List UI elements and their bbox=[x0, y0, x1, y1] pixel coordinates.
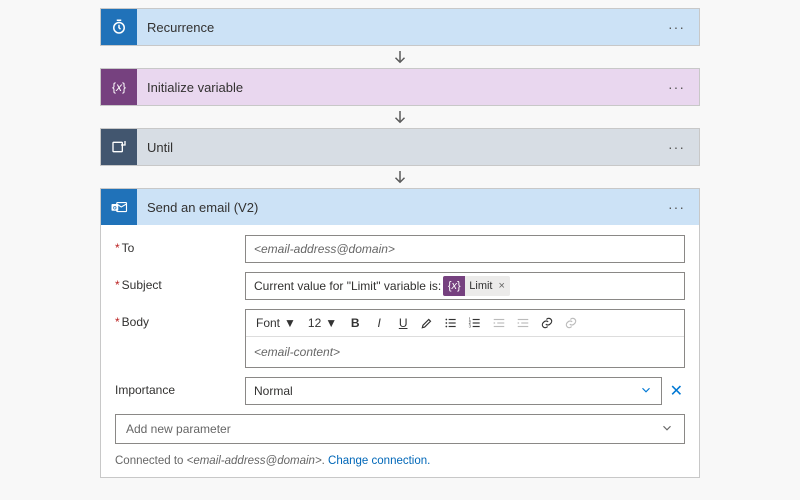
chevron-down-icon bbox=[660, 421, 674, 438]
step-recurrence-title: Recurrence bbox=[137, 20, 664, 35]
subject-text: Current value for "Limit" variable is: bbox=[254, 279, 441, 293]
footer-connection: <email-address@domain> bbox=[187, 455, 322, 467]
outdent-icon[interactable] bbox=[489, 313, 509, 333]
arrow-icon bbox=[391, 168, 409, 186]
size-select[interactable]: 12 ▼ bbox=[304, 315, 341, 331]
add-parameter-label: Add new parameter bbox=[126, 422, 231, 436]
step-send-email: o Send an email (V2) ··· To <email-addre… bbox=[100, 188, 700, 478]
italic-icon[interactable]: I bbox=[369, 313, 389, 333]
step-until: Until ··· bbox=[100, 128, 700, 166]
ink-icon[interactable] bbox=[417, 313, 437, 333]
clock-icon bbox=[101, 9, 137, 45]
flow-canvas: Recurrence ··· {x} Initialize variable ·… bbox=[16, 8, 784, 478]
field-row-subject: Subject Current value for "Limit" variab… bbox=[115, 272, 685, 300]
chevron-down-icon: ▼ bbox=[325, 316, 337, 330]
label-body: Body bbox=[115, 309, 235, 329]
label-subject: Subject bbox=[115, 272, 235, 292]
label-to: To bbox=[115, 235, 235, 255]
step-until-title: Until bbox=[137, 140, 664, 155]
underline-icon[interactable]: U bbox=[393, 313, 413, 333]
chevron-down-icon bbox=[639, 383, 653, 400]
step-initvar-header[interactable]: {x} Initialize variable ··· bbox=[101, 69, 699, 105]
field-row-to: To <email-address@domain> bbox=[115, 235, 685, 263]
step-until-header[interactable]: Until ··· bbox=[101, 129, 699, 165]
indent-icon[interactable] bbox=[513, 313, 533, 333]
importance-select[interactable]: Normal bbox=[245, 377, 662, 405]
to-placeholder: <email-address@domain> bbox=[254, 242, 395, 256]
field-row-importance: Importance Normal ✕ bbox=[115, 377, 685, 405]
variable-icon: {x} bbox=[101, 69, 137, 105]
svg-text:3: 3 bbox=[469, 324, 472, 329]
number-list-icon[interactable]: 123 bbox=[465, 313, 485, 333]
more-icon[interactable]: ··· bbox=[664, 15, 689, 39]
body-editor: Font ▼ 12 ▼ B I U bbox=[245, 309, 685, 368]
rte-toolbar: Font ▼ 12 ▼ B I U bbox=[246, 310, 684, 337]
step-initvar-title: Initialize variable bbox=[137, 80, 664, 95]
step-sendemail-body: To <email-address@domain> Subject Curren… bbox=[101, 225, 699, 477]
bullet-list-icon[interactable] bbox=[441, 313, 461, 333]
label-importance: Importance bbox=[115, 377, 235, 397]
outlook-icon: o bbox=[101, 189, 137, 225]
font-select[interactable]: Font ▼ bbox=[252, 315, 300, 331]
importance-value: Normal bbox=[254, 384, 293, 398]
token-remove-icon[interactable]: × bbox=[497, 280, 510, 292]
more-icon[interactable]: ··· bbox=[664, 135, 689, 159]
svg-text:o: o bbox=[113, 205, 117, 211]
footer-prefix: Connected to bbox=[115, 455, 187, 467]
size-label: 12 bbox=[308, 316, 321, 330]
arrow-icon bbox=[391, 108, 409, 126]
remove-parameter-icon[interactable]: ✕ bbox=[662, 381, 685, 401]
step-sendemail-title: Send an email (V2) bbox=[137, 200, 664, 215]
unlink-icon[interactable] bbox=[561, 313, 581, 333]
step-recurrence-header[interactable]: Recurrence ··· bbox=[101, 9, 699, 45]
chevron-down-icon: ▼ bbox=[284, 316, 296, 330]
variable-token-icon: {x} bbox=[443, 276, 465, 296]
field-row-body: Body Font ▼ 12 ▼ B bbox=[115, 309, 685, 368]
change-connection-link[interactable]: Change connection. bbox=[328, 455, 430, 467]
loop-icon bbox=[101, 129, 137, 165]
step-initialize-variable: {x} Initialize variable ··· bbox=[100, 68, 700, 106]
body-input[interactable]: <email-content> bbox=[246, 337, 684, 367]
more-icon[interactable]: ··· bbox=[664, 75, 689, 99]
step-sendemail-header[interactable]: o Send an email (V2) ··· bbox=[101, 189, 699, 225]
token-label: Limit bbox=[465, 280, 496, 292]
connection-footer: Connected to <email-address@domain>. Cha… bbox=[115, 455, 685, 467]
add-parameter-select[interactable]: Add new parameter bbox=[115, 414, 685, 444]
arrow-icon bbox=[391, 48, 409, 66]
font-label: Font bbox=[256, 316, 280, 330]
subject-input[interactable]: Current value for "Limit" variable is: {… bbox=[245, 272, 685, 300]
more-icon[interactable]: ··· bbox=[664, 195, 689, 219]
link-icon[interactable] bbox=[537, 313, 557, 333]
body-placeholder: <email-content> bbox=[254, 345, 340, 359]
bold-icon[interactable]: B bbox=[345, 313, 365, 333]
step-recurrence: Recurrence ··· bbox=[100, 8, 700, 46]
subject-token: {x} Limit × bbox=[443, 276, 510, 296]
to-input[interactable]: <email-address@domain> bbox=[245, 235, 685, 263]
